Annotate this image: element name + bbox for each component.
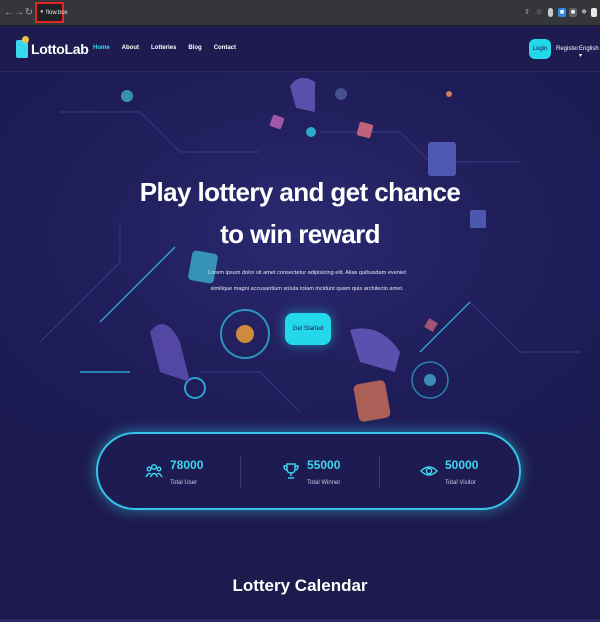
- star-icon[interactable]: ☆: [535, 8, 543, 17]
- hero-description: Lorem ipsum dolor sit amet consectetur a…: [200, 265, 414, 297]
- address-bar[interactable]: ● flow.box: [35, 2, 68, 23]
- get-started-button[interactable]: Get Started: [285, 313, 331, 345]
- site-header: LottoLab Home About Lotteries Blog Conta…: [0, 26, 600, 72]
- hero-description-line1: Lorem ipsum dolor sit amet consectetur a…: [208, 270, 406, 276]
- trophy-icon: [283, 463, 299, 479]
- puzzle-icon[interactable]: ❖: [580, 8, 588, 17]
- section-title: Lottery Calendar: [232, 576, 368, 595]
- hero-title-line1: Play lottery and get chance: [139, 177, 461, 207]
- extension-icon[interactable]: ■: [569, 8, 577, 17]
- hero-title-line2: to win reward: [220, 219, 380, 249]
- hero-description-line2: similique magni accusantium soluta totam…: [210, 286, 404, 292]
- hero-illustration: [39, 77, 580, 422]
- language-label: English: [579, 46, 599, 52]
- stat-value: 50000: [445, 458, 479, 472]
- main-nav: Home About Lotteries Blog Contact: [93, 45, 236, 51]
- stat-value: 78000: [170, 458, 204, 472]
- stat-label: Total Visitor: [445, 480, 476, 486]
- extension-icon[interactable]: [548, 8, 553, 17]
- logo-text[interactable]: LottoLab: [31, 41, 89, 57]
- chevron-down-icon: ▾: [579, 53, 583, 59]
- nav-contact[interactable]: Contact: [214, 45, 236, 51]
- back-icon[interactable]: ←: [4, 7, 14, 19]
- login-button[interactable]: Login: [529, 39, 551, 59]
- eye-icon: [420, 466, 438, 476]
- logo-icon: [16, 36, 29, 58]
- stats-panel: 78000 Total User 55000 Total Winner 5000…: [96, 432, 521, 510]
- reload-icon[interactable]: ↻: [24, 7, 34, 19]
- nav-home[interactable]: Home: [93, 45, 110, 51]
- lock-icon: ●: [40, 9, 44, 15]
- language-select[interactable]: English ▾: [579, 46, 600, 59]
- browser-toolbar: ← → ↻ ● flow.box ⇧ ☆ ■ ■ ❖: [0, 0, 600, 26]
- stat-divider: [379, 456, 380, 488]
- hero-section: Play lottery and get chance to win rewar…: [0, 72, 600, 438]
- stat-value: 55000: [307, 458, 341, 472]
- register-link[interactable]: Register: [556, 46, 578, 52]
- nav-lotteries[interactable]: Lotteries: [151, 45, 176, 51]
- stat-label: Total Winner: [307, 480, 341, 486]
- stat-label: Total User: [170, 480, 198, 486]
- address-url: flow.box: [46, 10, 68, 16]
- users-icon: [145, 464, 163, 478]
- share-icon[interactable]: ⇧: [523, 8, 531, 17]
- menu-icon[interactable]: [591, 8, 597, 17]
- stat-divider: [240, 456, 241, 488]
- extension-icon[interactable]: ■: [558, 8, 566, 17]
- nav-about[interactable]: About: [122, 45, 139, 51]
- hero-title: Play lottery and get chance to win rewar…: [0, 171, 600, 255]
- nav-blog[interactable]: Blog: [188, 45, 201, 51]
- forward-icon[interactable]: →: [14, 7, 24, 19]
